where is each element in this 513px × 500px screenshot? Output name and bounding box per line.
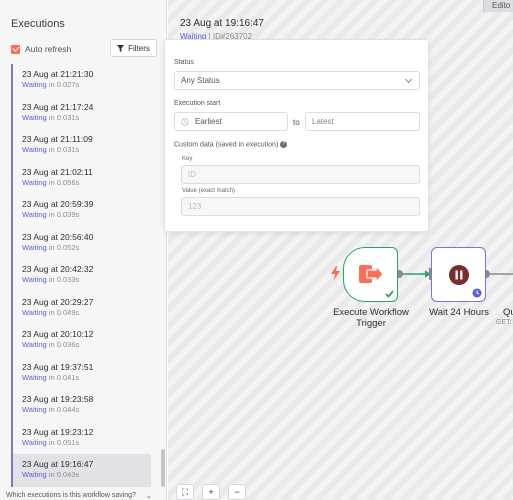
execution-date: 23 Aug at 19:16:47 xyxy=(180,18,264,29)
waiting-clock-icon xyxy=(472,288,482,298)
auto-refresh-label: Auto refresh xyxy=(25,44,72,54)
zoom-in-button[interactable]: + xyxy=(202,484,220,500)
executions-sidebar: Executions Auto refresh Filters 23 Aug a… xyxy=(0,0,167,500)
chevron-down-icon: ⌄ xyxy=(145,493,152,500)
editor-tab[interactable]: Edito xyxy=(483,0,513,12)
filters-popover: Status Any Status Execution start Earlie… xyxy=(164,39,429,232)
execution-item[interactable]: 23 Aug at 21:11:09 Waiting in 0.031s xyxy=(11,129,151,162)
trigger-node-label: Execute Workflow Trigger xyxy=(333,307,409,329)
execution-item[interactable]: 23 Aug at 20:42:32 Waiting in 0.033s xyxy=(11,259,151,292)
execution-item-date: 23 Aug at 20:10:12 xyxy=(22,329,94,339)
auto-refresh-checkbox[interactable] xyxy=(11,44,20,54)
execute-workflow-icon xyxy=(359,265,383,283)
execution-item[interactable]: 23 Aug at 20:10:12 Waiting in 0.036s xyxy=(11,324,151,357)
filter-icon xyxy=(117,44,125,52)
value-input[interactable]: 123 xyxy=(181,197,420,216)
execution-item-status: Waiting in 0.031s xyxy=(22,145,80,154)
execution-start-label: Execution start xyxy=(174,100,221,107)
sidebar-scrollbar[interactable] xyxy=(161,449,165,487)
pause-icon xyxy=(449,265,469,285)
execution-item[interactable]: 23 Aug at 20:59:39 Waiting in 0.039s xyxy=(11,194,151,227)
execution-item-status: Waiting in 0.043s xyxy=(22,470,80,479)
zoom-out-button[interactable]: − xyxy=(228,484,246,500)
execution-item-status: Waiting in 0.051s xyxy=(22,437,80,447)
auto-refresh-toggle[interactable]: Auto refresh xyxy=(11,44,71,54)
execution-item-date: 23 Aug at 19:23:12 xyxy=(22,426,94,437)
fit-view-button[interactable]: ⛶ xyxy=(176,484,194,500)
execution-item-date: 23 Aug at 19:37:51 xyxy=(22,361,94,372)
execution-item[interactable]: 23 Aug at 21:17:24 Waiting in 0.031s xyxy=(11,96,151,129)
executions-list: 23 Aug at 21:21:30 Waiting in 0.027s 23 A… xyxy=(11,64,151,487)
status-label: Status xyxy=(174,59,194,66)
sidebar-title: Executions xyxy=(11,18,65,30)
filters-button[interactable]: Filters xyxy=(110,39,157,57)
execution-item-selected[interactable]: 23 Aug at 19:16:47 Waiting in 0.043s xyxy=(11,454,151,487)
execution-item-status: Waiting in 0.044s xyxy=(22,405,80,414)
execution-item-status: Waiting in 0.027s xyxy=(22,80,80,89)
status-select[interactable]: Any Status xyxy=(174,71,420,90)
execution-item-status: Waiting in 0.041s xyxy=(22,372,80,382)
execution-item-date: 23 Aug at 20:42:32 xyxy=(22,264,94,274)
execution-item[interactable]: 23 Aug at 20:29:27 Waiting in 0.049s xyxy=(11,291,151,324)
execution-item[interactable]: 23 Aug at 21:21:30 Waiting in 0.027s xyxy=(11,64,151,97)
execution-item-date: 23 Aug at 20:56:40 xyxy=(22,231,94,242)
partial-node-sublabel: GET: xyxy=(496,319,512,326)
saving-settings-question[interactable]: Which executions is this workflow saving… xyxy=(6,492,164,500)
execution-item[interactable]: 23 Aug at 19:23:12 Waiting in 0.051s xyxy=(11,421,151,454)
filters-label: Filters xyxy=(128,43,150,53)
execution-item-date: 23 Aug at 21:21:30 xyxy=(22,69,94,79)
partial-node-label: Qu xyxy=(503,307,513,318)
execution-item[interactable]: 23 Aug at 21:02:11 Waiting in 0.056s xyxy=(11,161,151,194)
clock-icon xyxy=(181,117,189,126)
key-input[interactable]: ID xyxy=(181,165,420,184)
value-label: Value (exact match) xyxy=(182,188,235,194)
execution-item[interactable]: 23 Aug at 19:37:51 Waiting in 0.041s xyxy=(11,356,151,389)
execution-item[interactable]: 23 Aug at 20:56:40 Waiting in 0.052s xyxy=(11,226,151,259)
wait-24-hours-node[interactable] xyxy=(431,247,486,302)
execution-item-status: Waiting in 0.031s xyxy=(22,112,80,122)
execution-item-date: 23 Aug at 19:16:47 xyxy=(22,459,94,469)
execution-item-status: Waiting in 0.056s xyxy=(22,177,80,187)
execution-item[interactable]: 23 Aug at 19:23:58 Waiting in 0.044s xyxy=(11,389,151,422)
execution-item-date: 23 Aug at 21:02:11 xyxy=(22,166,93,177)
trigger-bolt-icon xyxy=(331,266,340,285)
start-date-input[interactable]: Earliest xyxy=(174,112,288,131)
key-label: Key xyxy=(182,156,193,162)
execute-workflow-trigger-node[interactable] xyxy=(343,247,398,302)
execution-item-date: 23 Aug at 19:23:58 xyxy=(22,394,94,404)
execution-item-status: Waiting in 0.033s xyxy=(22,275,80,284)
success-check-icon xyxy=(385,290,394,298)
execution-item-status: Waiting in 0.049s xyxy=(22,307,80,317)
execution-item-date: 23 Aug at 20:59:39 xyxy=(22,199,94,209)
to-label: to xyxy=(293,118,300,127)
wait-node-label: Wait 24 Hours xyxy=(429,307,489,318)
execution-item-date: 23 Aug at 20:29:27 xyxy=(22,296,94,307)
help-icon[interactable]: ? xyxy=(280,141,288,148)
execution-item-status: Waiting in 0.039s xyxy=(22,210,80,219)
execution-item-status: Waiting in 0.036s xyxy=(22,340,80,349)
execution-item-date: 23 Aug at 21:17:24 xyxy=(22,101,94,112)
chevron-down-icon xyxy=(404,75,413,84)
execution-item-status: Waiting in 0.052s xyxy=(22,242,80,252)
execution-item-date: 23 Aug at 21:11:09 xyxy=(22,134,93,144)
custom-data-label: Custom data (saved in execution)? xyxy=(174,141,288,149)
end-date-input[interactable]: Latest xyxy=(305,112,420,131)
